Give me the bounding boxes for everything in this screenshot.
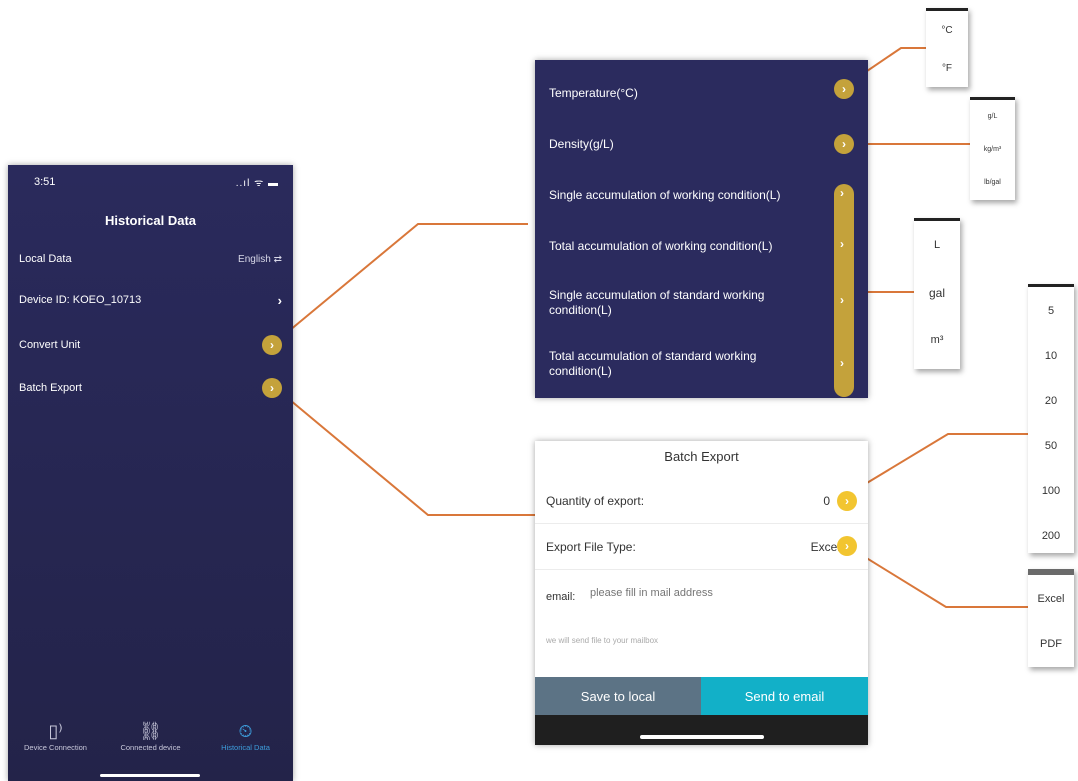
option-fahrenheit[interactable]: °F	[926, 63, 968, 74]
batch-export-title: Batch Export	[664, 449, 739, 464]
hint-text: we will send file to your mailbox	[546, 636, 659, 645]
option-gallon[interactable]: gal	[914, 286, 960, 300]
divider	[535, 523, 868, 524]
chevron-right-icon[interactable]: ›	[262, 335, 282, 355]
bottom-bar	[535, 715, 868, 745]
option-lb-per-gal[interactable]: lb/gal	[970, 179, 1015, 186]
single-working-row[interactable]: Single accumulation of working condition…	[549, 188, 849, 203]
batch-export-row[interactable]: Batch Export ›	[19, 375, 282, 401]
language-toggle[interactable]: English ⇄	[238, 254, 282, 265]
option-cubic-meter[interactable]: m³	[914, 334, 960, 346]
option-5[interactable]: 5	[1028, 305, 1074, 317]
chevron-right-icon: ›	[840, 293, 844, 307]
connector-batch-export	[271, 384, 535, 516]
option-pdf[interactable]: PDF	[1028, 638, 1074, 650]
selection-highlight-bar	[834, 184, 854, 397]
send-to-email-button[interactable]: Send to email	[701, 677, 868, 715]
home-indicator	[100, 774, 200, 777]
save-to-local-button[interactable]: Save to local	[535, 677, 701, 715]
connector-quantity	[846, 433, 1028, 496]
chevron-right-icon[interactable]: ›	[837, 536, 857, 556]
chevron-right-icon: ›	[840, 237, 844, 251]
option-20[interactable]: 20	[1028, 395, 1074, 407]
chevron-right-icon[interactable]: ›	[837, 491, 857, 511]
phone-screen: 3:51 ..ıl ᯤ ▬ Historical Data Local Data…	[8, 165, 293, 781]
temperature-unit-popup: °C °F	[926, 8, 968, 87]
filetype-value: Excel	[810, 540, 840, 554]
phone-icon: ▯⁾	[48, 721, 63, 741]
tab-label: Device Connection	[24, 743, 87, 752]
email-field[interactable]	[588, 586, 842, 600]
email-row: email:	[546, 586, 856, 603]
device-id-label: Device ID: KOEO_10713	[19, 294, 142, 306]
home-indicator	[640, 735, 764, 739]
option-celsius[interactable]: °C	[926, 25, 968, 36]
option-10[interactable]: 10	[1028, 350, 1074, 362]
option-excel[interactable]: Excel	[1028, 593, 1074, 605]
tab-label: Historical Data	[221, 743, 270, 752]
link-icon: ⛓	[139, 721, 162, 741]
tab-label: Connected device	[120, 743, 181, 752]
volume-unit-popup: L gal m³	[914, 218, 960, 369]
filetype-row[interactable]: Export File Type: Excel	[546, 540, 856, 554]
page-title: Historical Data	[104, 213, 197, 228]
divider	[535, 569, 868, 570]
batch-export-panel: Batch Export Quantity of export: 0 › Exp…	[535, 441, 868, 745]
status-time: 3:51	[34, 176, 56, 188]
total-standard-row[interactable]: Total accumulation of standard working c…	[549, 349, 814, 379]
option-200[interactable]: 200	[1028, 530, 1074, 542]
connector-filetype	[846, 545, 1028, 608]
chevron-right-icon: ›	[840, 356, 844, 370]
tab-device-connection[interactable]: ▯⁾ Device Connection	[11, 721, 101, 761]
quantity-label: Quantity of export:	[546, 494, 645, 508]
local-data-row[interactable]: Local Data English ⇄	[19, 246, 282, 272]
convert-unit-row[interactable]: Convert Unit ›	[19, 332, 282, 358]
chevron-right-icon[interactable]: ›	[834, 79, 854, 99]
option-50[interactable]: 50	[1028, 440, 1074, 452]
density-unit-popup: g/L kg/m³ lb/gal	[970, 97, 1015, 200]
status-icons: ..ıl ᯤ ▬	[235, 178, 279, 189]
single-standard-row[interactable]: Single accumulation of standard working …	[549, 288, 814, 318]
tab-connected-device[interactable]: ⛓ Connected device	[106, 721, 196, 761]
total-working-row[interactable]: Total accumulation of working condition(…	[549, 239, 849, 254]
filetype-label: Export File Type:	[546, 540, 636, 554]
tab-historical-data[interactable]: ⏲ Historical Data	[201, 721, 291, 761]
density-row[interactable]: Density(g/L)	[549, 137, 849, 152]
option-g-per-l[interactable]: g/L	[970, 113, 1015, 120]
convert-unit-label: Convert Unit	[19, 339, 81, 351]
connector-convert-unit	[271, 223, 528, 346]
quantity-row[interactable]: Quantity of export: 0	[546, 494, 856, 508]
chevron-right-icon[interactable]: ›	[262, 378, 282, 398]
convert-unit-panel: Temperature(°C) › Density(g/L) › Single …	[535, 60, 868, 398]
filetype-popup: Excel PDF	[1028, 569, 1074, 667]
temperature-row[interactable]: Temperature(°C)	[549, 86, 849, 101]
batch-export-label: Batch Export	[19, 382, 82, 394]
option-kg-per-m3[interactable]: kg/m³	[970, 146, 1015, 153]
option-liter[interactable]: L	[914, 239, 960, 251]
device-id-row[interactable]: Device ID: KOEO_10713 ›	[19, 287, 282, 313]
tab-bar: ▯⁾ Device Connection ⛓ Connected device …	[8, 721, 293, 761]
chevron-right-icon[interactable]: ›	[834, 134, 854, 154]
quantity-value: 0	[823, 494, 830, 508]
local-data-label: Local Data	[19, 253, 72, 265]
history-icon: ⏲	[238, 721, 253, 741]
chevron-right-icon: ›	[277, 292, 282, 308]
option-100[interactable]: 100	[1028, 485, 1074, 497]
chevron-right-icon: ›	[840, 186, 844, 200]
email-label: email:	[546, 591, 576, 603]
quantity-popup: 5 10 20 50 100 200	[1028, 284, 1074, 553]
